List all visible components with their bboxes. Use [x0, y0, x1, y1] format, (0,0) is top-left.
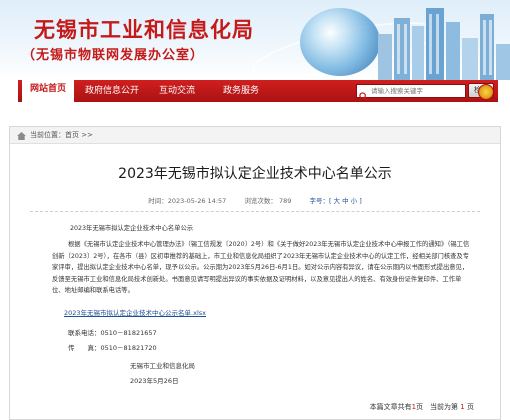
nav-item-home[interactable]: 网站首页: [22, 77, 74, 102]
city-skyline-graphic: [378, 8, 510, 80]
pager-suffix: 页: [467, 403, 474, 411]
article-paragraph: 根据《无锡市认定企业技术中心管理办法》（锡工信规发〔2020〕2号）和《关于做好…: [52, 241, 470, 294]
meta-divider: [30, 211, 480, 212]
article-meta: 时间：2023-05-26 14:57 浏览次数： 789 字号：[ 大 中 小…: [10, 195, 500, 205]
globe-graphic: [300, 8, 380, 76]
pager-prefix: 本篇文章共有: [369, 403, 412, 411]
signature-org: 无锡市工业和信息化局: [130, 362, 195, 370]
contact-phone: 联系电话：0510－81821657: [68, 329, 157, 337]
search-icon: [359, 86, 368, 101]
breadcrumb-text[interactable]: 当前位置：首页 >>: [30, 127, 93, 144]
nav-item-services[interactable]: 政务服务: [216, 80, 266, 102]
main-nav: 网站首页 政府信息公开 互动交流 政务服务 检索: [18, 77, 498, 102]
home-icon: [17, 132, 26, 140]
font-size-control[interactable]: 字号：[ 大 中 小 ]: [309, 197, 361, 205]
article-panel: 当前位置：首页 >> 2023年无锡市拟认定企业技术中心名单公示 时间：2023…: [9, 126, 501, 420]
article-paragraph: 2023年无锡市拟认定企业技术中心名单公示: [70, 225, 194, 232]
site-subtitle: （无锡市物联网发展办公室）: [22, 48, 205, 63]
pager-middle: 页 当前为第: [416, 403, 459, 411]
search-input[interactable]: [356, 84, 466, 98]
pagination: 本篇文章共有1页 当前为第 1 页: [370, 402, 474, 412]
article-title: 2023年无锡市拟认定企业技术中心名单公示: [118, 166, 392, 182]
emblem-icon: [478, 84, 494, 100]
breadcrumb: 当前位置：首页 >>: [10, 127, 500, 144]
publish-time: 时间：2023-05-26 14:57: [148, 197, 227, 205]
attachment-link[interactable]: 2023年无锡市拟认定企业技术中心公示名单.xlsx: [64, 307, 206, 317]
site-title: 无锡市工业和信息化局: [34, 18, 254, 42]
site-banner: 无锡市工业和信息化局 （无锡市物联网发展办公室）: [0, 0, 510, 80]
view-count: 浏览次数： 789: [244, 197, 292, 205]
nav-item-gov-info[interactable]: 政府信息公开: [82, 80, 142, 102]
pager-current: 1: [460, 403, 465, 411]
contact-fax: 传 真：0510－81821720: [68, 344, 157, 352]
signature-date: 2023年5月26日: [130, 377, 179, 385]
nav-item-interaction[interactable]: 互动交流: [152, 80, 202, 102]
